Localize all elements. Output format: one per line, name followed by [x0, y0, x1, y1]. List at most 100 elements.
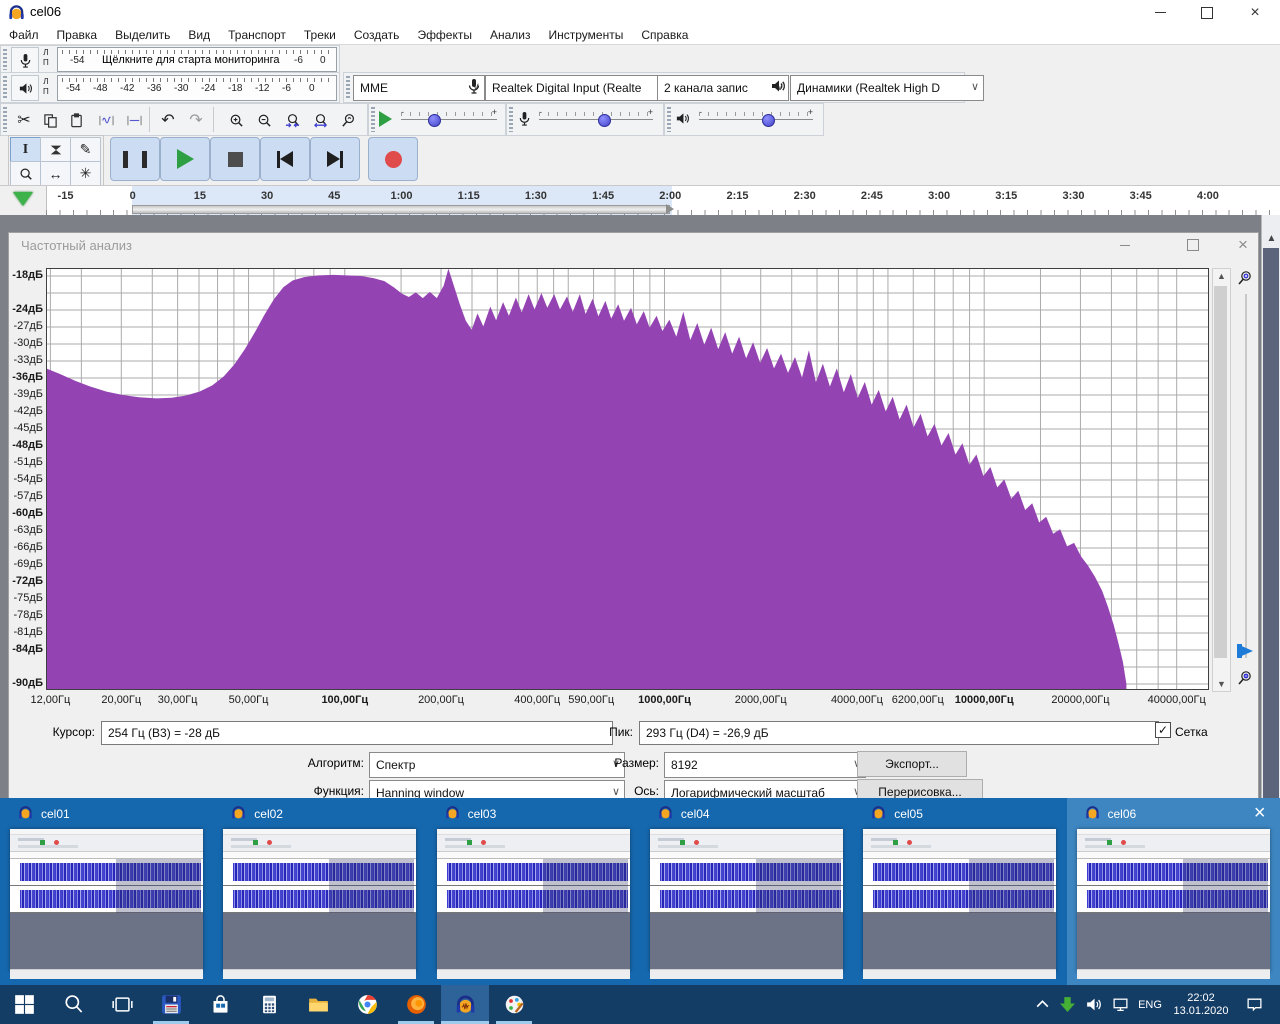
taskbar-icon-floppy-app[interactable] [147, 985, 195, 1024]
menu-item-Создать[interactable]: Создать [345, 28, 409, 42]
close-icon[interactable]: × [1238, 3, 1272, 22]
size-select[interactable]: 8192∨ [664, 752, 866, 778]
record-button[interactable] [368, 137, 418, 181]
frequency-plot[interactable] [46, 268, 1209, 690]
menu-item-Правка[interactable]: Правка [48, 28, 107, 42]
preview-panel-cel04[interactable]: cel04 [640, 798, 853, 985]
toolbar-grip[interactable] [667, 107, 671, 132]
timeline-options[interactable] [0, 186, 47, 216]
timeline-scrub-bar[interactable] [132, 205, 670, 214]
trim-audio-icon[interactable] [93, 107, 119, 133]
scroll-up-icon[interactable]: ▲ [1262, 230, 1280, 248]
taskbar-icon-file-explorer[interactable] [294, 985, 342, 1024]
playback-meter[interactable]: -54-48-42-36-30-24-18-12-60 [57, 75, 337, 101]
stop-button[interactable] [210, 137, 260, 181]
preview-panel-cel06[interactable]: cel06× [1067, 798, 1280, 985]
toolbar-grip[interactable] [509, 107, 513, 132]
preview-panel-cel01[interactable]: cel01 [0, 798, 213, 985]
silence-audio-icon[interactable] [121, 107, 147, 133]
scrollbar-thumb[interactable] [1263, 248, 1279, 808]
preview-panel-cel03[interactable]: cel03 [427, 798, 640, 985]
menu-item-Файл[interactable]: Файл [0, 28, 48, 42]
playback-volume-slider[interactable]: - + [699, 109, 813, 129]
menu-item-Транспорт[interactable]: Транспорт [219, 28, 295, 42]
scroll-up-icon[interactable]: ▲ [1213, 269, 1230, 283]
zoom-slider[interactable] [1245, 294, 1247, 658]
paste-icon[interactable] [63, 107, 89, 133]
dialog-close-icon[interactable]: × [1227, 235, 1259, 255]
undo-icon[interactable]: ↶ [155, 107, 181, 133]
zoom-fit-icon[interactable] [307, 107, 333, 133]
envelope-tool[interactable] [40, 137, 71, 162]
main-vertical-scrollbar[interactable]: ▲ [1261, 215, 1280, 798]
zoom-slider-pointer[interactable] [1237, 644, 1253, 658]
record-meter-mic-icon[interactable] [11, 47, 39, 73]
clock[interactable]: 22:02 13.01.2020 [1168, 985, 1234, 1024]
preview-thumbnail[interactable] [437, 829, 630, 972]
zoom-in-icon[interactable] [223, 107, 249, 133]
play-button[interactable] [160, 137, 210, 181]
taskbar-icon-task-view[interactable] [98, 985, 146, 1024]
preview-panel-cel02[interactable]: cel02 [213, 798, 426, 985]
multi-tool[interactable]: ✳ [70, 161, 101, 186]
zoom-out-icon[interactable] [251, 107, 277, 133]
menu-item-Вид[interactable]: Вид [179, 28, 219, 42]
recording-volume-slider[interactable]: - + [539, 109, 653, 129]
taskbar-icon-calculator[interactable] [245, 985, 293, 1024]
toolbar-grip[interactable] [346, 76, 350, 99]
redo-icon[interactable]: ↷ [183, 107, 209, 133]
menu-item-Анализ[interactable]: Анализ [481, 28, 540, 42]
dialog-minimize-icon[interactable] [1109, 235, 1141, 255]
export-button[interactable]: Экспорт... [857, 751, 967, 777]
menu-item-Справка[interactable]: Справка [632, 28, 697, 42]
taskbar-icon-audacity[interactable] [441, 985, 489, 1024]
play-at-speed-icon[interactable] [379, 111, 392, 127]
network-icon[interactable] [1106, 985, 1134, 1024]
toolbar-grip[interactable] [3, 76, 7, 99]
play-speed-slider[interactable]: - + [401, 109, 497, 129]
slider-thumb[interactable] [598, 114, 611, 127]
pause-button[interactable] [110, 137, 160, 181]
preview-thumbnail[interactable] [650, 829, 843, 972]
toolbar-grip[interactable] [371, 107, 375, 132]
selection-tool[interactable]: I [10, 137, 41, 162]
slider-thumb[interactable] [428, 114, 441, 127]
zoom-out-icon[interactable] [1237, 670, 1253, 686]
pin-playhead-icon[interactable] [13, 192, 33, 206]
scroll-down-icon[interactable]: ▼ [1213, 677, 1230, 691]
tray-expand-icon[interactable] [1030, 985, 1054, 1024]
menu-item-Выделить[interactable]: Выделить [106, 28, 179, 42]
grid-checkbox[interactable]: ✓ [1155, 722, 1171, 738]
skip-to-start-button[interactable] [260, 137, 310, 181]
toolbar-grip[interactable] [3, 107, 7, 132]
plot-vertical-scrollbar[interactable]: ▲ ▼ [1212, 268, 1231, 692]
play-meter-speaker-icon[interactable] [11, 75, 39, 101]
recording-meter[interactable]: -54 Щёлкните для старта мониторинга -6 0 [57, 47, 337, 72]
cut-icon[interactable]: ✂ [11, 107, 37, 133]
preview-panel-cel05[interactable]: cel05 [853, 798, 1066, 985]
preview-thumbnail[interactable] [10, 829, 203, 972]
taskbar-icon-store[interactable] [196, 985, 244, 1024]
draw-tool[interactable]: ✎ [70, 137, 101, 162]
dialog-maximize-icon[interactable] [1177, 235, 1209, 255]
taskbar-icon-search[interactable] [49, 985, 97, 1024]
taskbar-icon-start[interactable] [0, 985, 48, 1024]
spectrum-curve[interactable] [46, 269, 1126, 689]
maximize-icon[interactable] [1190, 3, 1224, 22]
toolbar-grip[interactable] [3, 49, 7, 70]
menu-item-Инструменты[interactable]: Инструменты [540, 28, 633, 42]
volume-icon[interactable] [1080, 985, 1106, 1024]
copy-icon[interactable] [37, 107, 63, 133]
timeline-ruler[interactable]: -1501530451:001:151:301:452:002:152:302:… [0, 185, 1280, 217]
axis-select[interactable]: Логарифмический масштаб∨ [664, 780, 866, 800]
monitoring-message[interactable]: Щёлкните для старта мониторинга [102, 54, 279, 66]
language-indicator[interactable]: ENG [1134, 985, 1166, 1024]
recording-device-select[interactable]: Realtek Digital Input (Realte∨ [485, 75, 679, 101]
algorithm-select[interactable]: Спектр∨ [369, 752, 625, 778]
taskbar-icon-paint[interactable] [490, 985, 538, 1024]
preview-thumbnail[interactable] [223, 829, 416, 972]
zoom-tool[interactable] [10, 161, 41, 186]
action-center-icon[interactable] [1238, 985, 1270, 1024]
menu-item-Треки[interactable]: Треки [295, 28, 345, 42]
time-shift-tool[interactable]: ↔ [40, 161, 71, 186]
